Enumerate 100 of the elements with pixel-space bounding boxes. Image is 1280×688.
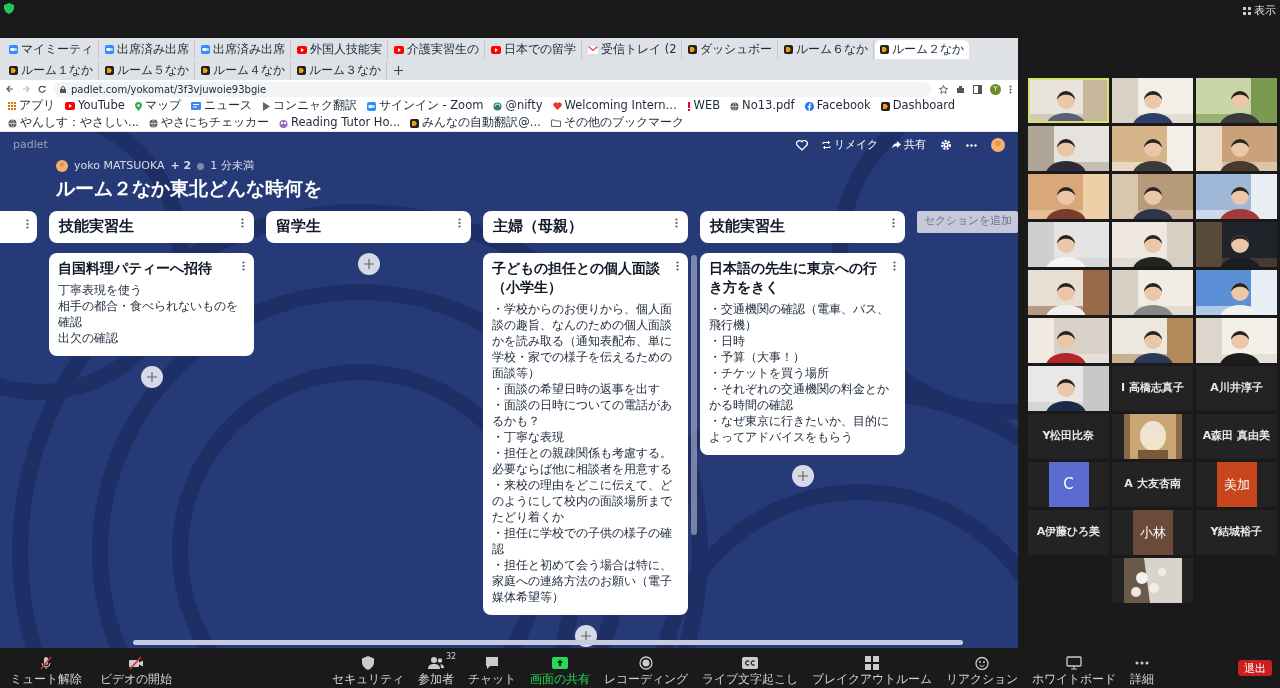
post-text: ・担任に学校での子供の様子の確認 [492,524,673,557]
grid-icon[interactable] [1243,7,1251,16]
bookmark[interactable]: サインイン - Zoom [366,98,484,114]
section-header[interactable]: 技能実習生 [49,210,254,243]
bookmark[interactable]: コンニャク翻訳 [261,98,357,114]
section-header[interactable]: 主婦（母親） [483,210,688,243]
toolbar-button[interactable]: ブレイクアウトルーム [810,651,934,685]
browser-tab[interactable]: 外国人技能実 [292,40,388,59]
menu-icon[interactable] [1009,84,1012,94]
bookmark[interactable]: Dashboard [880,98,956,114]
more-icon[interactable] [458,217,461,228]
video-tile[interactable] [1112,414,1193,459]
video-tile[interactable]: Y結城裕子 [1196,510,1277,555]
shield-icon[interactable] [4,3,14,14]
envelope-icon [588,45,598,54]
bookmark[interactable]: @nifty [493,98,543,114]
user-avatar[interactable] [991,138,1005,152]
browser-tab[interactable]: 受信トレイ (2 [583,40,683,59]
section-header[interactable]: 留学生 [266,210,471,243]
browser-tab[interactable]: ルーム２なか [875,40,970,59]
bookmark[interactable]: WEB [686,98,721,114]
square-logo-icon [201,66,210,75]
sidebar-icon[interactable] [973,84,982,94]
video-tile[interactable]: I 高橋志真子 [1112,366,1193,411]
toolbar-button[interactable]: ミュート解除 [8,651,84,685]
view-button[interactable]: 表示 [1254,3,1276,20]
video-tile[interactable]: A伊藤ひろ美 [1028,510,1109,555]
settings-icon[interactable] [940,139,952,151]
video-tile[interactable]: Y松田比奈 [1028,414,1109,459]
avatar-tile: 美加 [1216,462,1257,507]
browser-tab[interactable]: ダッシュボー [683,40,779,59]
toolbar-button[interactable]: セキュリティ [330,651,406,685]
url-text[interactable]: padlet.com/yokomat/3f3vjuwoie93bgie [71,81,267,97]
more-icon[interactable] [26,218,29,229]
toolbar-button[interactable]: ライブ文字起こし [700,651,800,685]
back-icon[interactable] [6,85,14,93]
toolbar-button[interactable]: 32 参加者 [416,651,456,685]
bookmark[interactable]: みんなの自動翻訳@... [410,115,541,131]
bookmark[interactable]: アプリ [8,98,55,114]
add-post-button[interactable] [357,252,380,275]
leave-button[interactable]: 退出 [1238,660,1272,676]
address-bar[interactable]: padlet.com/yokomat/3f3vjuwoie93bgie [54,81,931,97]
video-tile[interactable]: 美加 [1196,462,1277,507]
video-icon [366,101,376,111]
video-tile[interactable]: A川井淳子 [1196,366,1277,411]
remake-button[interactable]: リメイク [822,136,878,154]
toolbar-button[interactable]: チャット [466,651,518,685]
toolbar-button[interactable]: リアクション [944,651,1020,685]
add-post-button[interactable] [791,464,814,487]
share-button[interactable]: 共有 [892,136,926,154]
map-pin-icon [134,101,142,111]
browser-tab[interactable]: ルーム６なか [779,40,875,59]
more-icon[interactable] [966,143,977,147]
more-icon[interactable] [893,260,896,271]
padlet-logo[interactable]: padlet [13,136,48,154]
reload-icon[interactable] [38,85,46,93]
video-tile[interactable]: A 大友杏南 [1112,462,1193,507]
browser-tab[interactable]: 出席済み出席 [196,40,291,59]
video-tile[interactable]: C [1028,462,1109,507]
bookmark[interactable]: その他のブックマーク [550,115,684,131]
bookmark[interactable]: Welcoming Intern... [552,98,677,114]
post-card[interactable]: 自国料理パティーへ招待 丁寧表現を使う 相手の都合・食べられないものを確認 出欠の確認 [49,252,254,356]
video-tile[interactable]: A森田 真由美 [1196,414,1277,459]
more-icon[interactable] [675,217,678,228]
bookmark[interactable]: マップ [134,98,181,114]
bookmark[interactable]: Facebook [804,98,871,114]
browser-tab[interactable]: 出席済み出席 [100,40,195,59]
toolbar-button[interactable]: 画面の共有 [528,651,592,685]
horizontal-scrollbar[interactable] [133,640,963,645]
more-icon[interactable] [241,217,244,228]
toolbar-button[interactable]: レコーディング [602,651,690,685]
bookmark[interactable]: Reading Tutor Ho... [278,115,401,131]
post-card[interactable] [483,252,688,615]
post-text: ・丁寧な表現 [492,428,565,445]
browser-tab[interactable]: 日本での留学 [486,40,582,59]
bookmark[interactable]: ニュース [190,98,252,114]
toolbar-button[interactable]: 詳細 [1128,651,1156,685]
scrollbar[interactable] [691,254,697,535]
toolbar-button[interactable]: ホワイトボード [1030,651,1118,685]
bookmark[interactable]: YouTube [65,98,125,114]
toolbar-button[interactable]: ビデオの開始 [98,651,174,685]
browser-tab[interactable]: 介護実習生の [389,40,485,59]
section-header[interactable]: 技能実習生 [700,210,905,243]
new-tab-icon[interactable] [394,66,403,75]
more-icon[interactable] [892,217,895,228]
more-icon[interactable] [242,260,245,271]
folder-icon [550,119,561,127]
bookmark[interactable]: No13.pdf [730,98,795,114]
bookmark[interactable]: やさにちチェッカー [148,115,269,131]
extension-icon[interactable] [956,84,965,94]
star-icon[interactable] [939,84,948,94]
more-icon[interactable] [676,260,679,271]
heart-icon[interactable] [796,139,808,151]
bookmark[interactable]: やんしす：やさしい... [8,115,139,131]
video-tile[interactable] [1112,558,1193,603]
add-post-button[interactable] [140,365,163,388]
plus-icon [580,630,591,641]
post-card[interactable]: 日本語の先生に東京への行き方をきく ・交通機関の確認（電車、バス、飛行機） ・日時 ・予算（大事！） ・チケットを買う場所 ・それぞれの交通機関の料金とかかる時間の確認 ・なぜ東京に行きたいか、目的によってアドバイスをもらう [700,252,905,455]
browser-tab[interactable]: マイミーティ [4,40,99,59]
video-tile[interactable]: 小林 [1112,510,1193,555]
